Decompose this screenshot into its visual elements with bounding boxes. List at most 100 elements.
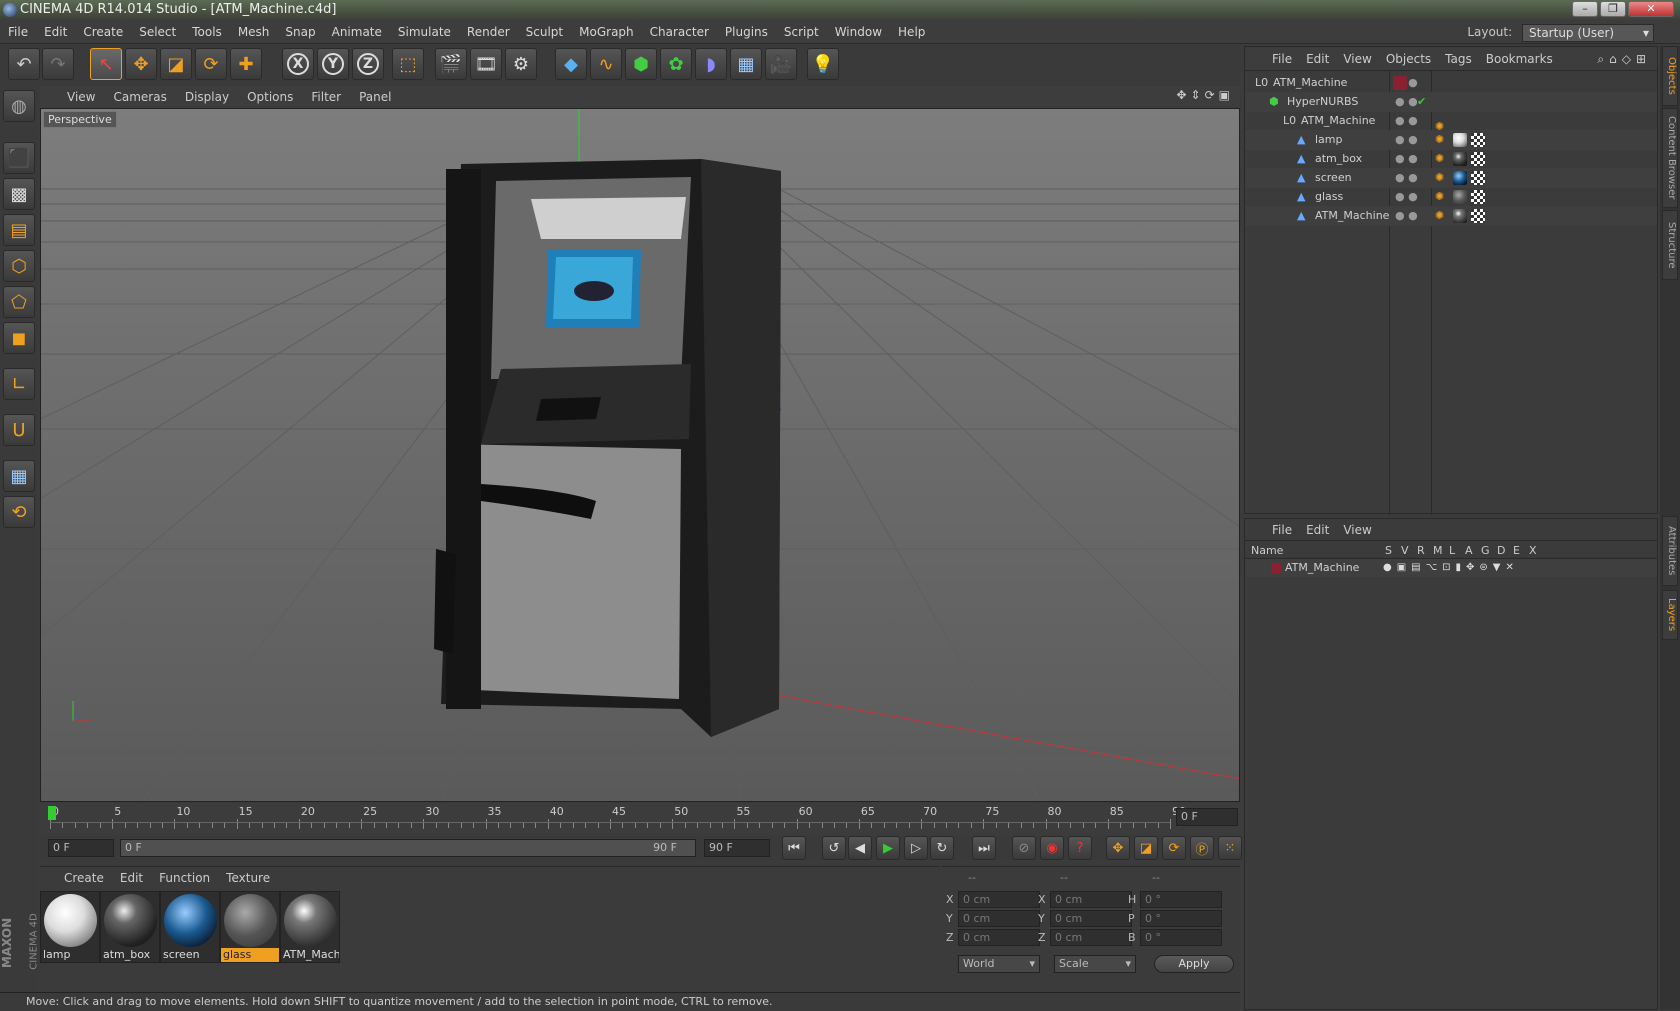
material-tag-icon[interactable] [1453,190,1467,204]
start-frame-field[interactable]: 0 F [48,839,114,857]
play-icon[interactable]: ▶ [876,836,900,860]
viewport-nav-icons[interactable]: ✥⇕⟳▣ [1176,88,1234,102]
layer-column-header[interactable]: M [1433,544,1443,557]
edges-mode-icon[interactable]: ⬠ [3,286,35,318]
current-frame-field[interactable]: 0 F [1176,808,1238,826]
visibility-dots-icon[interactable]: ● ● [1395,187,1418,207]
material-menu-texture[interactable]: Texture [218,867,278,889]
array-icon[interactable]: ✿ [660,48,692,80]
object-row[interactable]: ▲ atm_box ● ● ✺ [1245,149,1657,169]
position-track-icon[interactable]: ✥ [1106,836,1130,860]
maximize-button[interactable]: ❐ [1600,1,1626,17]
layer-column-header[interactable]: G [1481,544,1490,557]
phong-tag-icon[interactable]: ✺ [1435,130,1444,150]
uvw-tag-icon[interactable] [1471,171,1485,185]
menu-render[interactable]: Render [459,20,518,44]
keyframe-selection-icon[interactable]: ? [1068,836,1092,860]
undo-icon[interactable]: ↶ [8,48,40,80]
record-keys-icon[interactable]: ⊘ [1012,836,1036,860]
coord-value-field[interactable]: 0 ° [1140,910,1222,927]
3d-viewport[interactable]: Perspective [40,108,1240,802]
axis-mode-icon[interactable]: ∟ [3,368,35,400]
visibility-dots-icon[interactable]: ● ● [1395,168,1418,188]
deformer-icon[interactable]: ◗ [695,48,727,80]
menu-simulate[interactable]: Simulate [390,20,459,44]
uvw-tag-icon[interactable] [1471,152,1485,166]
menu-edit[interactable]: Edit [36,20,75,44]
material-menu-function[interactable]: Function [151,867,218,889]
object-menu-view[interactable]: View [1336,47,1378,71]
coordinate-mode-dropdown[interactable]: World ▾ [958,955,1040,973]
viewport-menu-filter[interactable]: Filter [302,86,350,108]
phong-tag-icon[interactable]: ✺ [1435,187,1444,207]
next-frame-icon[interactable]: ▷ [904,836,928,860]
visibility-dots-icon[interactable]: ● ● [1395,130,1418,150]
material-swatch[interactable]: lamp [40,891,100,963]
add-icon[interactable]: ✚ [230,48,262,80]
object-row[interactable]: ▲ lamp ● ● ✺ [1245,130,1657,150]
layer-column-header[interactable]: E [1513,544,1520,557]
parameter-track-icon[interactable]: Ⓟ [1190,836,1214,860]
layer-column-header[interactable]: V [1401,544,1409,557]
live-select-icon[interactable]: ↖ [90,48,122,80]
layer-menu-edit[interactable]: Edit [1299,519,1336,541]
menu-sculpt[interactable]: Sculpt [518,20,571,44]
menu-snap[interactable]: Snap [277,20,323,44]
material-tag-icon[interactable] [1453,209,1467,223]
camera-icon[interactable]: 🎥 [765,48,797,80]
rotation-track-icon[interactable]: ⟳ [1162,836,1186,860]
redo-icon[interactable]: ↷ [42,48,74,80]
x-axis-icon[interactable]: X [282,48,314,80]
object-menu-objects[interactable]: Objects [1379,47,1438,71]
right-tab-content-browser[interactable]: Content Browser [1662,108,1678,208]
floor-icon[interactable]: ▦ [730,48,762,80]
menu-script[interactable]: Script [776,20,827,44]
right-tab-layers[interactable]: Layers [1662,590,1678,640]
layer-column-header[interactable]: L [1449,544,1455,557]
object-menu-edit[interactable]: Edit [1299,47,1336,71]
texture-mode-icon[interactable]: ▩ [3,178,35,210]
uvw-tag-icon[interactable] [1471,190,1485,204]
material-swatch[interactable]: ATM_Mach [280,891,340,963]
menu-tools[interactable]: Tools [184,20,230,44]
visibility-dots-icon[interactable]: ● ● [1395,149,1418,169]
right-tab-attributes[interactable]: Attributes [1662,516,1678,586]
layer-color-icon[interactable] [1271,563,1281,573]
layer-column-header[interactable]: Name [1251,544,1283,557]
uvw-tag-icon[interactable] [1471,133,1485,147]
menu-plugins[interactable]: Plugins [717,20,776,44]
coord-value-field[interactable]: 0 cm [1050,891,1132,908]
material-tag-icon[interactable] [1453,152,1467,166]
range-slider[interactable]: 0 F 90 F [120,839,696,857]
move-icon[interactable]: ✥ [125,48,157,80]
material-swatch[interactable]: atm_box [100,891,160,963]
z-axis-icon[interactable]: Z [352,48,384,80]
search-icon[interactable]: ⌕⌂◇⊞ [1597,47,1651,71]
menu-window[interactable]: Window [827,20,890,44]
layer-column-header[interactable]: S [1385,544,1392,557]
nurbs-icon[interactable]: ⬢ [625,48,657,80]
object-menu-file[interactable]: File [1265,47,1299,71]
object-row[interactable]: L0 ATM_Machine ● ● ✺ [1245,111,1657,133]
playhead[interactable] [48,806,56,820]
layer-toggle-icons[interactable]: ●▣▤⌥⊡▮✥⊜▼✕ [1383,559,1519,577]
apply-button[interactable]: Apply [1154,955,1234,973]
material-tag-icon[interactable] [1453,171,1467,185]
cube-icon[interactable]: ◆ [555,48,587,80]
scale-icon[interactable]: ◪ [160,48,192,80]
scale-track-icon[interactable]: ◪ [1134,836,1158,860]
previous-frame-icon[interactable]: ◀ [848,836,872,860]
go-to-start-icon[interactable]: ⏮ [782,836,806,860]
layer-row[interactable]: ATM_Machine ●▣▤⌥⊡▮✥⊜▼✕ [1245,559,1657,577]
material-swatch[interactable]: screen [160,891,220,963]
object-row[interactable]: ▲ ATM_Machine ● ● ✺ [1245,206,1657,226]
size-mode-dropdown[interactable]: Scale ▾ [1054,955,1136,973]
points-mode-icon[interactable]: ⬡ [3,250,35,282]
right-tab-structure[interactable]: Structure [1662,210,1678,280]
object-menu-bookmarks[interactable]: Bookmarks [1479,47,1560,71]
y-axis-icon[interactable]: Y [317,48,349,80]
viewport-menu-cameras[interactable]: Cameras [104,86,175,108]
previous-key-icon[interactable]: ↺ [822,836,846,860]
coord-value-field[interactable]: 0 cm [1050,929,1132,946]
layer-column-header[interactable]: X [1529,544,1537,557]
